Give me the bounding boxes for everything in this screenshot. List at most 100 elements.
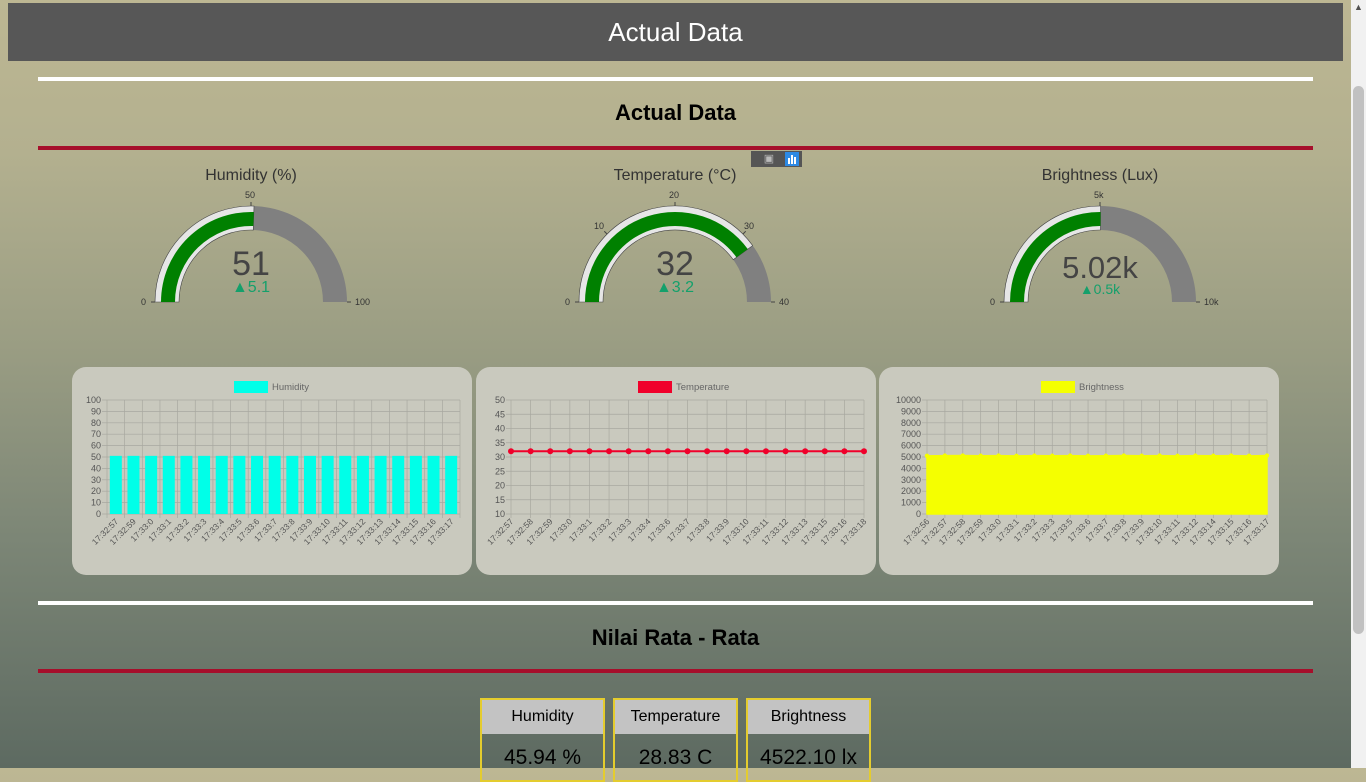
bar[interactable] (162, 455, 175, 514)
legend-label[interactable]: Humidity (272, 382, 309, 393)
gauge-delta: ▲5.1 (231, 279, 271, 296)
gauge-tick-label: 20 (669, 190, 680, 200)
data-point[interactable] (1014, 453, 1019, 459)
y-tick-label: 35 (495, 438, 505, 448)
bar[interactable] (303, 455, 316, 514)
bar[interactable] (251, 455, 264, 514)
data-point[interactable] (704, 448, 711, 455)
data-point[interactable] (723, 448, 730, 455)
y-tick-label: 20 (495, 481, 505, 491)
data-point[interactable] (942, 453, 948, 458)
data-point[interactable] (1211, 453, 1216, 458)
data-point[interactable] (782, 448, 789, 455)
data-point[interactable] (996, 453, 1001, 458)
legend-swatch[interactable] (1041, 381, 1075, 393)
bar[interactable] (109, 455, 122, 514)
data-point[interactable] (684, 448, 691, 455)
y-tick-label: 45 (495, 409, 505, 419)
data-point[interactable] (1067, 453, 1073, 458)
data-point[interactable] (802, 448, 809, 455)
data-point[interactable] (547, 448, 554, 455)
average-label: Brightness (748, 700, 869, 734)
y-tick-label: 40 (495, 424, 505, 434)
data-point[interactable] (861, 448, 867, 455)
bar[interactable] (233, 455, 246, 514)
temperature-chart: Temperature 10 15 20 25 30 35 40 45 50 17:32:57 17:… (476, 367, 876, 575)
scrollbar-thumb[interactable] (1353, 86, 1364, 634)
data-point[interactable] (1246, 453, 1252, 459)
legend-swatch[interactable] (638, 381, 672, 393)
average-value: 45.94 % (503, 746, 582, 769)
data-point[interactable] (527, 448, 534, 455)
data-point[interactable] (1085, 453, 1091, 459)
bar[interactable] (356, 455, 369, 514)
y-tick-label: 80 (91, 418, 101, 428)
y-tick-label: 30 (91, 475, 101, 485)
legend-label[interactable]: Temperature (676, 382, 729, 393)
gauge-title: Humidity (%) (205, 167, 297, 184)
bar[interactable] (374, 455, 387, 514)
y-tick-label: 1000 (901, 498, 921, 508)
data-point[interactable] (960, 453, 965, 458)
data-point[interactable] (1032, 453, 1037, 458)
bar[interactable] (127, 455, 140, 514)
bar[interactable] (215, 455, 228, 514)
data-point[interactable] (1264, 453, 1270, 458)
gauge-tick-label: 0 (141, 297, 147, 307)
bar[interactable] (198, 455, 211, 514)
data-point[interactable] (625, 448, 632, 455)
data-point[interactable] (1050, 453, 1055, 458)
data-point[interactable] (762, 448, 769, 455)
data-point[interactable] (978, 453, 983, 458)
vertical-scrollbar[interactable]: ▲ (1351, 0, 1366, 768)
humidity-chart: Humidity 0 10 20 30 40 50 60 70 80 90 100 17:32:57 17… (72, 367, 472, 575)
data-point[interactable] (508, 448, 514, 455)
data-point[interactable] (1139, 453, 1144, 458)
y-tick-label: 10000 (896, 395, 921, 405)
data-point[interactable] (1193, 453, 1198, 458)
bar-chart-icon[interactable] (785, 152, 799, 166)
section-divider-top (38, 77, 1313, 81)
brightness-gauge: 0 5k 10k Brightness (Lux) 5.02k ▲0.5k (980, 167, 1220, 327)
y-tick-label: 70 (91, 429, 101, 439)
bar[interactable] (180, 455, 193, 514)
data-point[interactable] (566, 448, 573, 455)
bar[interactable] (286, 455, 299, 514)
legend-swatch[interactable] (234, 381, 268, 393)
average-value: 28.83 C (638, 746, 713, 769)
section-divider-bottom (38, 146, 1313, 150)
legend-label[interactable]: Brightness (1079, 382, 1124, 393)
bar[interactable] (392, 455, 405, 514)
bar[interactable] (339, 455, 352, 514)
camera-icon[interactable]: ▣ (758, 152, 780, 166)
average-label: Temperature (615, 700, 736, 734)
data-point[interactable] (586, 448, 593, 455)
data-point[interactable] (924, 453, 930, 459)
data-point[interactable] (1103, 453, 1109, 458)
data-point[interactable] (1121, 453, 1127, 458)
gauge-tick-label: 100 (355, 297, 371, 307)
average-value: 4522.10 lx (760, 746, 857, 769)
data-point[interactable] (664, 448, 671, 455)
y-tick-label: 50 (495, 395, 505, 405)
data-point[interactable] (645, 448, 652, 455)
y-tick-label: 20 (91, 486, 101, 496)
bar[interactable] (427, 455, 440, 514)
bar[interactable] (145, 455, 158, 514)
data-point[interactable] (606, 448, 613, 455)
data-point[interactable] (821, 448, 828, 455)
bar[interactable] (445, 455, 458, 514)
bar[interactable] (321, 455, 334, 514)
gauge-tick-label: 5k (1094, 190, 1104, 200)
data-point[interactable] (1157, 453, 1162, 458)
scroll-up-arrow-icon[interactable]: ▲ (1354, 3, 1363, 12)
data-point[interactable] (1229, 453, 1234, 458)
bar[interactable] (268, 455, 281, 514)
data-point[interactable] (743, 448, 750, 455)
data-point[interactable] (841, 448, 848, 455)
data-point[interactable] (1175, 453, 1180, 459)
y-tick-label: 15 (495, 495, 505, 505)
bar[interactable] (409, 455, 422, 514)
y-tick-label: 2000 (901, 486, 921, 496)
brightness-chart: Brightness 0 1000 2000 3000 4000 5000 6000 7000 8… (879, 367, 1279, 575)
